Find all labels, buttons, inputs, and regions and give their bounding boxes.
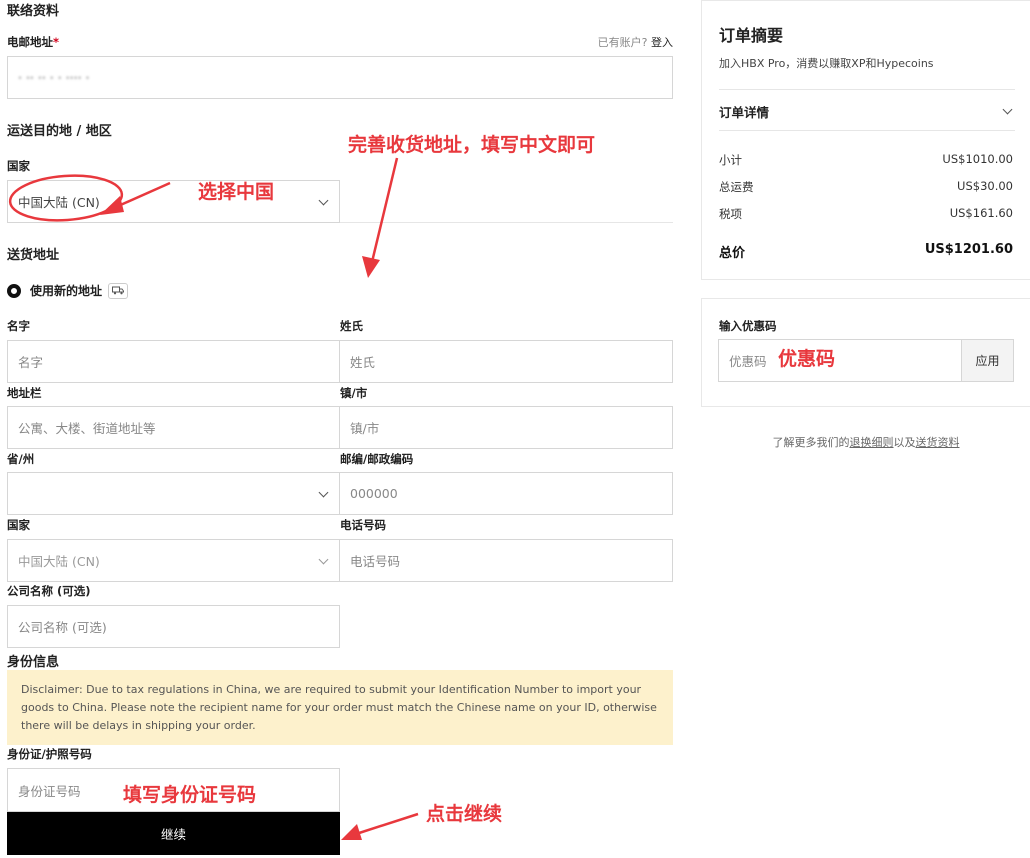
annotation-arrow-select-china: [100, 181, 171, 215]
annotation-arrows: [8, 157, 419, 840]
annotation-arrow-continue: [341, 812, 419, 840]
annotation-circle: [8, 174, 124, 222]
annotation-arrow-address: [362, 157, 399, 278]
